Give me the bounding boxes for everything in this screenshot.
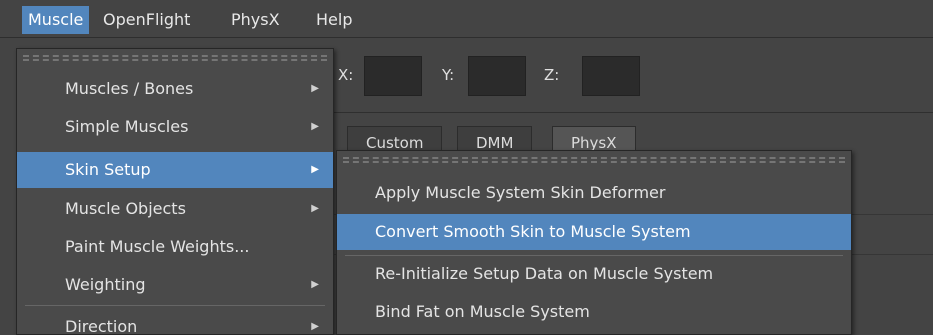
menu-item-weighting[interactable]: Weighting ▶: [17, 267, 333, 303]
menu-item-simple-muscles[interactable]: Simple Muscles ▶: [17, 109, 333, 145]
submenu-arrow-icon: ▶: [311, 121, 319, 132]
y-label: Y:: [442, 66, 455, 84]
menu-item-label: Convert Smooth Skin to Muscle System: [375, 222, 691, 241]
maya-window: Muscle OpenFlight PhysX Help X: Y: Z: Cu…: [0, 0, 933, 335]
menu-separator: [25, 305, 325, 306]
submenu-arrow-icon: ▶: [311, 321, 319, 332]
menu-item-label: Muscles / Bones: [65, 79, 194, 98]
menu-item-label: Direction: [65, 317, 138, 335]
menu-item-paint-muscle-weights[interactable]: Paint Muscle Weights...: [17, 229, 333, 265]
menu-item-reinitialize-setup-data[interactable]: Re-Initialize Setup Data on Muscle Syste…: [337, 256, 851, 292]
z-field[interactable]: [582, 56, 640, 96]
muscle-menu: Muscles / Bones ▶ Simple Muscles ▶ Skin …: [16, 48, 334, 335]
menu-item-label: Weighting: [65, 275, 146, 294]
menu-item-label: Skin Setup: [65, 160, 151, 179]
menu-item-label: Re-Initialize Setup Data on Muscle Syste…: [375, 264, 714, 283]
menu-openflight[interactable]: OpenFlight: [97, 6, 196, 34]
tear-off-handle[interactable]: [343, 157, 845, 163]
menu-item-label: Paint Muscle Weights...: [65, 237, 250, 256]
menu-item-skin-setup[interactable]: Skin Setup ▶: [17, 152, 333, 188]
y-field[interactable]: [468, 56, 526, 96]
submenu-arrow-icon: ▶: [311, 83, 319, 94]
submenu-arrow-icon: ▶: [311, 279, 319, 290]
z-label: Z:: [544, 66, 560, 84]
menu-item-convert-smooth-skin[interactable]: Convert Smooth Skin to Muscle System: [337, 214, 851, 250]
menu-item-label: Muscle Objects: [65, 199, 186, 218]
toolbar-divider: [330, 112, 933, 113]
menu-muscle[interactable]: Muscle: [22, 6, 90, 34]
menu-item-apply-skin-deformer[interactable]: Apply Muscle System Skin Deformer: [337, 175, 851, 211]
menu-item-label: Bind Fat on Muscle System: [375, 302, 590, 321]
menu-item-muscles-bones[interactable]: Muscles / Bones ▶: [17, 71, 333, 107]
tear-off-handle[interactable]: [23, 55, 327, 61]
menu-item-direction[interactable]: Direction ▶: [17, 309, 333, 335]
menu-item-label: Simple Muscles: [65, 117, 189, 136]
submenu-arrow-icon: ▶: [311, 203, 319, 214]
menu-item-label: Apply Muscle System Skin Deformer: [375, 183, 666, 202]
skin-setup-submenu: Apply Muscle System Skin Deformer Conver…: [336, 150, 852, 335]
menu-help[interactable]: Help: [310, 6, 358, 34]
x-label: X:: [338, 66, 354, 84]
submenu-arrow-icon: ▶: [311, 164, 319, 175]
x-field[interactable]: [364, 56, 422, 96]
menu-physx[interactable]: PhysX: [225, 6, 286, 34]
menu-item-bind-fat[interactable]: Bind Fat on Muscle System: [337, 294, 851, 330]
menu-bar: Muscle OpenFlight PhysX Help: [0, 0, 933, 38]
menu-item-muscle-objects[interactable]: Muscle Objects ▶: [17, 191, 333, 227]
